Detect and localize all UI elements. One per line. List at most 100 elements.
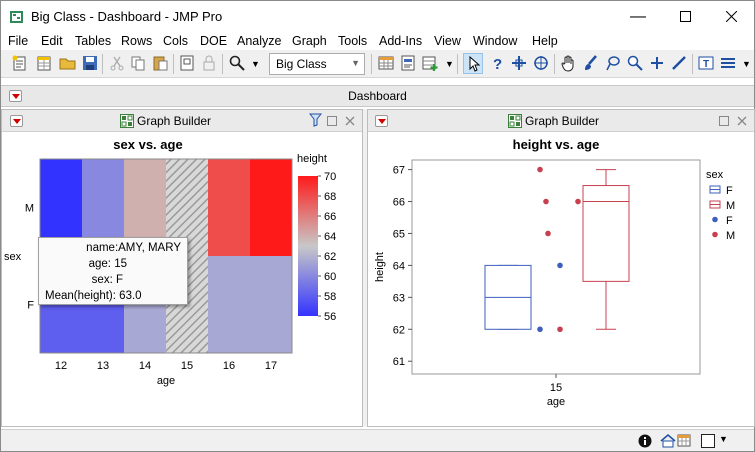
x-tick-label-14: 14 — [139, 360, 151, 372]
menu-file[interactable]: File — [8, 34, 28, 48]
script-window-icon[interactable] — [399, 54, 417, 72]
toolbar-separator — [371, 54, 372, 74]
plus-icon[interactable] — [648, 54, 666, 72]
help-question-icon[interactable]: ? — [488, 54, 506, 72]
text-tool-icon[interactable]: T — [697, 54, 715, 72]
tooltip-sex-value: F — [115, 274, 123, 286]
restore-panel-icon[interactable] — [327, 116, 337, 126]
add-rows-dropdown-icon[interactable]: ▼ — [445, 59, 454, 69]
legend-label-M: M — [726, 200, 735, 212]
y-tick-label-65: 65 — [393, 228, 405, 240]
lock-icon[interactable] — [200, 54, 218, 72]
line-tool-icon[interactable] — [670, 54, 688, 72]
menu-window[interactable]: Window — [473, 34, 517, 48]
legend-point-swatch-M — [712, 231, 718, 238]
new-script-icon[interactable] — [11, 54, 29, 72]
menu-analyze[interactable]: Analyze — [237, 34, 281, 48]
color-scale-label-66: 66 — [324, 211, 336, 223]
search-dropdown-icon[interactable]: ▼ — [251, 59, 260, 69]
graph-builder-icon — [508, 114, 522, 128]
right-graph-builder-panel: Graph Builder height vs. age 61 62 63 64 65 66… — [367, 109, 755, 427]
data-table-icon[interactable] — [677, 433, 691, 448]
info-icon[interactable] — [638, 434, 652, 448]
toolbar: ▼ Big Class ▼ ▼ ? T ▼ — [1, 50, 754, 78]
box-plot-chart: height vs. age 61 62 63 64 65 66 67 height 15 age s… — [374, 137, 735, 408]
legend-label-M: M — [726, 230, 735, 242]
table-selector[interactable]: Big Class ▼ — [269, 53, 365, 75]
menu-rows[interactable]: Rows — [121, 34, 152, 48]
crosshair-icon[interactable] — [510, 54, 528, 72]
menu-bar: File Edit Tables Rows Cols DOE Analyze G… — [1, 32, 754, 50]
new-data-table-icon[interactable] — [35, 54, 53, 72]
close-panel-icon[interactable] — [345, 116, 355, 126]
minimize-button[interactable]: — — [615, 1, 661, 32]
menu-tables[interactable]: Tables — [75, 34, 111, 48]
toolbar-overflow-icon[interactable]: ▼ — [742, 59, 751, 69]
tooltip-name-row: name:AMY, MARY — [45, 240, 181, 256]
lines-icon[interactable] — [719, 54, 737, 72]
cut-icon[interactable] — [108, 54, 126, 72]
target-icon[interactable] — [532, 54, 550, 72]
copy-icon[interactable] — [129, 54, 147, 72]
zoom-icon[interactable] — [626, 54, 644, 72]
color-scale-label-68: 68 — [324, 191, 336, 203]
arrow-tool-button[interactable] — [463, 53, 483, 74]
menu-add-ins[interactable]: Add-Ins — [379, 34, 422, 48]
close-panel-icon[interactable] — [737, 116, 747, 126]
dashboard-header: Dashboard — [1, 85, 754, 107]
menu-edit[interactable]: Edit — [41, 34, 63, 48]
open-folder-icon[interactable] — [59, 54, 77, 72]
color-scale-label-70: 70 — [324, 171, 336, 183]
y-tick-label-62: 62 — [393, 324, 405, 336]
legend-label-F: F — [726, 215, 733, 227]
x-tick-label-13: 13 — [97, 360, 109, 372]
maximize-icon — [679, 11, 691, 22]
data-point-M — [537, 166, 543, 173]
x-tick-label-12: 12 — [55, 360, 67, 372]
jmp-window: Big Class - Dashboard - JMP Pro — File E… — [0, 0, 755, 452]
right-panel-red-triangle-icon[interactable] — [375, 115, 388, 127]
hand-icon[interactable] — [560, 54, 578, 72]
paste-icon[interactable] — [151, 54, 169, 72]
brush-icon[interactable] — [582, 54, 600, 72]
table-selector-value: Big Class — [276, 57, 327, 71]
menu-view[interactable]: View — [434, 34, 461, 48]
home-icon[interactable] — [660, 433, 676, 448]
left-panel-header: Graph Builder — [2, 110, 362, 132]
window-list-checkbox[interactable] — [701, 434, 715, 448]
menu-tools[interactable]: Tools — [338, 34, 367, 48]
color-scale-label-56: 56 — [324, 311, 336, 323]
save-icon[interactable] — [81, 54, 99, 72]
left-panel-red-triangle-icon[interactable] — [10, 115, 23, 127]
close-button[interactable] — [708, 1, 754, 32]
toolbar-separator — [692, 54, 693, 74]
legend-label-F: F — [726, 185, 733, 197]
menu-graph[interactable]: Graph — [292, 34, 327, 48]
data-point-F — [557, 262, 563, 269]
chevron-down-icon[interactable]: ▼ — [719, 434, 728, 444]
data-grid-icon[interactable] — [377, 54, 395, 72]
search-icon[interactable] — [228, 54, 246, 72]
toolbar-separator — [102, 54, 103, 74]
heatmap-cell-F-16 — [208, 256, 250, 353]
filter-icon[interactable] — [309, 113, 322, 127]
y-tick-label-67: 67 — [393, 165, 405, 177]
add-rows-icon[interactable] — [421, 54, 439, 72]
heatmap-cell-M-17 — [250, 159, 292, 256]
color-scale-label-60: 60 — [324, 271, 336, 283]
lasso-icon[interactable] — [604, 54, 622, 72]
y-tick-label-M: M — [25, 203, 34, 215]
journal-icon[interactable] — [178, 54, 196, 72]
x-tick-label-15: 15 — [181, 360, 193, 372]
color-scale-label-64: 64 — [324, 231, 336, 243]
maximize-button[interactable] — [662, 1, 708, 32]
chevron-down-icon: ▼ — [351, 58, 360, 68]
restore-panel-icon[interactable] — [719, 116, 729, 126]
jmp-app-icon — [10, 11, 23, 23]
close-icon — [725, 11, 737, 22]
menu-cols[interactable]: Cols — [163, 34, 188, 48]
menu-help[interactable]: Help — [532, 34, 558, 48]
menu-doe[interactable]: DOE — [200, 34, 227, 48]
x-tick-label-15: 15 — [550, 382, 562, 394]
legend-point-swatch-F — [712, 216, 718, 223]
